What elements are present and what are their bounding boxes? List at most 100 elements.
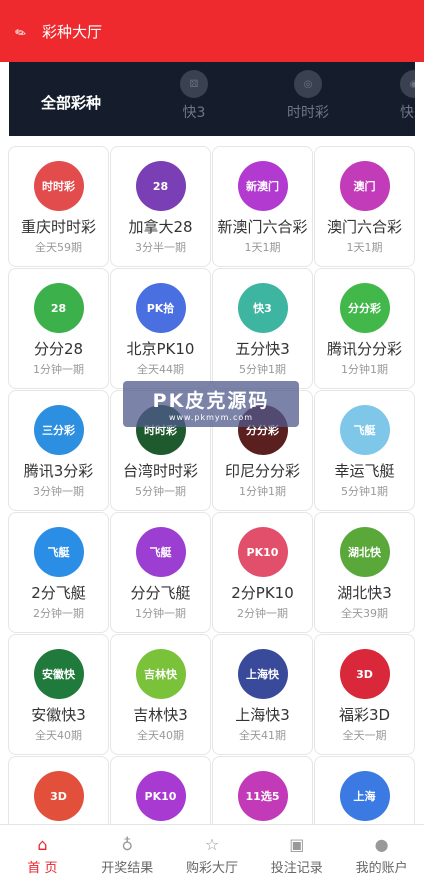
game-logo-icon: 上海 [339,771,390,821]
game-grid: 时时彩 重庆时时彩 全天59期 28 加拿大28 3分半一期 新澳门 新澳门六合彩 1天1期 澳门… [8,146,416,877]
page-title: 彩种大厅 [42,22,103,41]
game-name: 加拿大28 [128,218,193,236]
game-frequency: 全天39期 [341,607,388,620]
game-card[interactable]: 飞艇分分飞艇 1分钟一期 [110,512,211,633]
game-frequency: 2分钟一期 [237,607,288,620]
game-frequency: 全天40期 [137,729,184,742]
game-name: 2分PK10 [231,584,294,602]
tab-user[interactable]: ● 我的账户 [339,825,424,879]
game-card[interactable]: 上海快 上海快3 全天41期 [212,634,313,755]
game-card[interactable]: 28 加拿大28 3分半一期 [110,146,211,267]
game-frequency: 全天一期 [342,729,387,742]
ssc-icon: ◎ [294,70,322,98]
game-name: 腾讯分分彩 [326,340,402,358]
tab-label: 购彩大厅 [185,861,238,876]
game-card[interactable]: 吉林快 吉林快3 全天40期 [110,634,211,755]
game-frequency: 5分钟一期 [135,485,186,498]
game-name: 福彩3D [338,706,391,724]
game-card[interactable]: 快3 五分快3 5分钟1期 [212,268,313,389]
game-frequency: 1分钟1期 [239,485,286,498]
tab-star[interactable]: ☆ 购彩大厅 [170,825,255,879]
gift-icon: ▣ [289,835,305,854]
game-logo-icon: 3D [339,649,390,699]
tab-gift[interactable]: ▣ 投注记录 [254,825,339,879]
category-label: 快3 [182,105,206,121]
watermark: PK皮克源码 www.pkmym.com [123,381,299,427]
game-frequency: 1天1期 [346,241,383,254]
game-frequency: 3分钟一期 [33,485,84,498]
game-logo-icon: 飞艇 [135,527,186,577]
game-name: 腾讯3分彩 [23,462,94,480]
game-name: 五分快3 [235,340,290,358]
game-logo-icon: 吉林快 [135,649,186,699]
category-label: 快乐 [400,105,415,121]
game-name: 上海快3 [235,706,290,724]
game-card[interactable]: 3D 福彩3D 全天一期 [314,634,415,755]
game-frequency: 5分钟1期 [239,363,286,376]
trophy-icon: ♁ [121,835,134,854]
tab-label: 首 页 [27,861,58,876]
game-logo-icon: 3D [33,771,84,821]
game-card[interactable]: 三分彩腾讯3分彩 3分钟一期 [8,390,109,511]
game-name: 重庆时时彩 [20,218,96,236]
category-item-k3[interactable]: ⚄ 快3 [159,70,229,122]
game-name: 安徽快3 [31,706,86,724]
game-card[interactable]: 安徽快安徽快3 全天40期 [8,634,109,755]
game-frequency: 3分半一期 [135,241,186,254]
tab-home[interactable]: ⌂ 首 页 [0,825,85,879]
game-frequency: 5分钟1期 [341,485,388,498]
home-icon: ⌂ [37,835,48,854]
game-frequency: 全天44期 [137,363,184,376]
game-logo-icon: 安徽快 [33,649,84,699]
game-card[interactable]: PK10 2分PK10 2分钟一期 [212,512,313,633]
tab-label: 投注记录 [270,861,323,876]
pencil-icon[interactable]: ✎ [13,20,38,42]
game-card[interactable]: 分分彩 腾讯分分彩 1分钟1期 [314,268,415,389]
game-frequency: 全天41期 [239,729,286,742]
game-name: 分分飞艇 [130,584,191,602]
game-logo-icon: PK10 [237,527,288,577]
game-card[interactable]: 飞艇 幸运飞艇 5分钟1期 [314,390,415,511]
game-logo-icon: 11选5 [237,771,288,821]
game-card[interactable]: 飞艇 2分飞艇 2分钟一期 [8,512,109,633]
game-logo-icon: 飞艇 [33,527,84,577]
game-card[interactable]: 新澳门 新澳门六合彩 1天1期 [212,146,313,267]
category-item-kl[interactable]: ◉ 快乐 [379,70,415,122]
game-frequency: 1分钟一期 [33,363,84,376]
category-bar: 全部彩种 ⚄ 快3 ◎ 时时彩 ◉ 快乐 [9,62,415,136]
tab-label: 我的账户 [355,861,408,876]
game-name: 台湾时时彩 [122,462,198,480]
game-card[interactable]: 时时彩 重庆时时彩 全天59期 [8,146,109,267]
star-icon: ☆ [204,835,220,854]
bottom-tabbar: ⌂ 首 页 ♁ 开奖结果 ☆ 购彩大厅 ▣ 投注记录 ● 我的账户 [0,824,424,879]
game-name: 幸运飞艇 [334,462,395,480]
game-card[interactable]: 湖北快 湖北快3 全天39期 [314,512,415,633]
game-logo-icon: 时时彩 [33,161,84,211]
game-logo-icon: 28 [135,161,186,211]
kl-icon: ◉ [400,70,415,98]
category-label: 时时彩 [287,105,329,121]
game-logo-icon: 28 [33,283,84,333]
game-name: 分分28 [33,340,84,358]
tab-trophy[interactable]: ♁ 开奖结果 [85,825,170,879]
tab-label: 开奖结果 [101,861,154,876]
game-logo-icon: PK10 [135,771,186,821]
game-card[interactable]: 澳门澳门六合彩 1天1期 [314,146,415,267]
app-header: ✎ 彩种大厅 [0,0,424,62]
game-card[interactable]: 28 分分28 1分钟一期 [8,268,109,389]
game-card[interactable]: PK拾 北京PK10 全天44期 [110,268,211,389]
game-logo-icon: 三分彩 [33,405,84,455]
game-logo-icon: 澳门 [339,161,390,211]
game-name: 2分飞艇 [31,584,86,602]
user-icon: ● [374,835,389,854]
category-all[interactable]: 全部彩种 [41,92,101,113]
game-frequency: 1分钟一期 [135,607,186,620]
category-item-ssc[interactable]: ◎ 时时彩 [273,70,343,122]
game-name: 澳门六合彩 [326,218,402,236]
dice-icon: ⚄ [180,70,208,98]
watermark-url: www.pkmym.com [168,413,254,422]
game-logo-icon: 分分彩 [339,283,390,333]
game-name: 北京PK10 [126,340,195,358]
game-name: 印尼分分彩 [224,462,300,480]
game-frequency: 全天40期 [35,729,82,742]
